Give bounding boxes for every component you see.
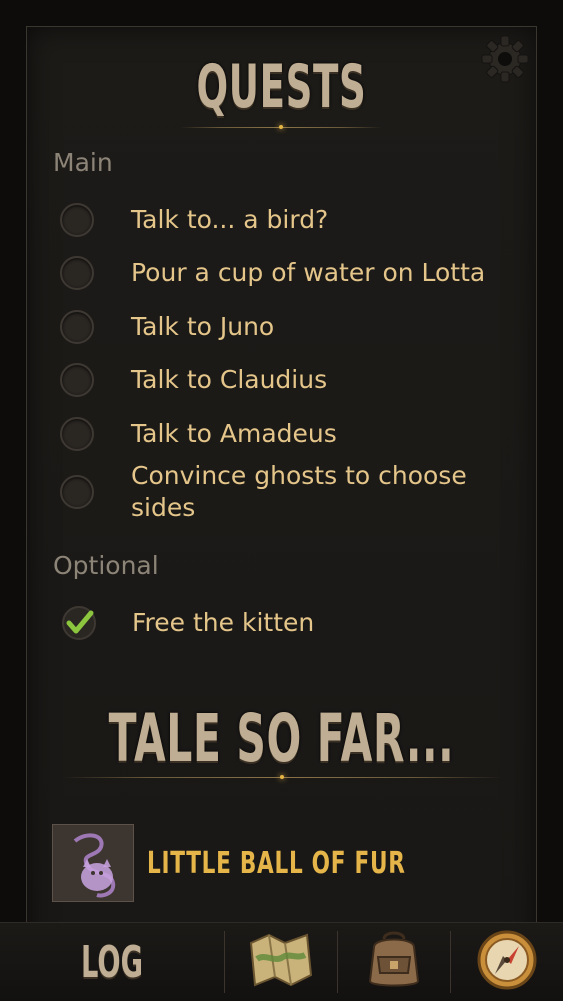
quest-item-completed[interactable]: Free the kitten (60, 604, 520, 642)
quest-status-circle (60, 310, 94, 344)
quest-item[interactable]: Talk to Amadeus (60, 417, 520, 451)
bottom-nav: LOG (0, 922, 563, 1001)
quest-label: Convince ghosts to choose sides (131, 461, 467, 522)
quest-item[interactable]: Pour a cup of water on Lotta (60, 256, 520, 290)
quest-label: Talk to Amadeus (131, 419, 337, 448)
tale-entry[interactable]: LITTLE BALL OF FUR (52, 824, 506, 902)
compass-icon (475, 928, 539, 996)
quest-label: Talk to... a bird? (131, 205, 329, 234)
quest-item[interactable]: Talk to Claudius (60, 363, 520, 397)
kitten-thumbnail-icon (52, 824, 134, 902)
quest-item[interactable]: Convince ghosts to choose sides (60, 460, 480, 524)
map-icon (245, 929, 317, 995)
backpack-icon (360, 929, 428, 995)
nav-map-tab[interactable] (225, 923, 337, 1001)
section-label-optional: Optional (53, 551, 159, 580)
tale-so-far-heading: TALE SO FAR... (108, 700, 455, 777)
quest-status-circle (60, 256, 94, 290)
nav-backpack-tab[interactable] (338, 923, 450, 1001)
nav-log-label: LOG (81, 936, 143, 988)
checkmark-icon (60, 604, 98, 642)
nav-compass-tab[interactable] (451, 923, 563, 1001)
quest-label: Free the kitten (132, 608, 315, 637)
tale-entry-title: LITTLE BALL OF FUR (147, 845, 406, 881)
quest-label: Pour a cup of water on Lotta (131, 258, 486, 287)
quest-item[interactable]: Talk to... a bird? (60, 203, 520, 237)
quest-label: Talk to Juno (131, 312, 275, 341)
nav-log-tab[interactable]: LOG (0, 923, 224, 1001)
quest-status-circle (60, 203, 94, 237)
quest-item[interactable]: Talk to Juno (60, 310, 520, 344)
quest-status-circle (60, 417, 94, 451)
settings-gear-icon[interactable] (478, 32, 532, 86)
tale-divider (62, 775, 502, 779)
quest-status-circle (60, 475, 94, 509)
title-divider (180, 125, 382, 129)
quest-status-circle (60, 363, 94, 397)
page-title: QUESTS (196, 52, 367, 122)
section-label-main: Main (53, 148, 113, 177)
quest-label: Talk to Claudius (131, 365, 328, 394)
